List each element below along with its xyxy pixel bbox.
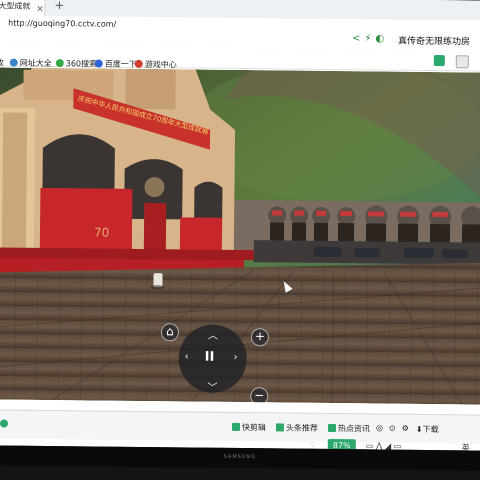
scissors-icon: [231, 422, 241, 432]
download-button[interactable]: ⬇下载: [416, 424, 439, 435]
home-button[interactable]: ⌂: [160, 323, 180, 342]
search-icon: [55, 59, 64, 68]
input-method-label[interactable]: 英: [462, 442, 470, 450]
globe-icon: [9, 58, 18, 67]
tab-title: 大型成就: [0, 1, 31, 11]
right-arrow-icon[interactable]: ›: [234, 352, 238, 363]
monitor-brand-logo: SAMSUNG: [223, 453, 257, 461]
panorama-viewport[interactable]: 庆祝中华人民共和国成立70周年大型成就展 70 ⌂ + − ︿ ﹀ ‹ › II: [0, 67, 480, 405]
status-left-icon[interactable]: [0, 419, 10, 428]
status-item[interactable]: 头条推荐: [275, 422, 318, 433]
news-icon: [275, 423, 285, 432]
close-tab-icon[interactable]: ✕: [36, 1, 44, 16]
navigation-dpad[interactable]: ︿ ﹀ ‹ › II: [178, 324, 248, 394]
zoom-in-button[interactable]: +: [250, 328, 270, 347]
paw-icon: [94, 59, 103, 68]
browser-tab[interactable]: 大型成就 ✕: [0, 0, 46, 16]
toolbar-icons[interactable]: <⚡◐: [352, 33, 388, 44]
zoom-out-button[interactable]: −: [250, 387, 269, 405]
fire-icon: [327, 423, 337, 433]
emblem-text: 70: [94, 225, 109, 239]
grid-icon[interactable]: [455, 55, 469, 69]
down-arrow-icon[interactable]: ﹀: [207, 379, 217, 394]
new-tab-icon[interactable]: +: [54, 0, 64, 12]
screen: 大型成就 ✕ + http://guoqing70.cctv.com/ <⚡◐ …: [0, 0, 480, 451]
monitor: 大型成就 ✕ + http://guoqing70.cctv.com/ <⚡◐ …: [0, 0, 480, 471]
status-item[interactable]: 快剪辑: [231, 422, 266, 433]
pause-button[interactable]: II: [205, 350, 215, 365]
game-icon: [134, 59, 143, 68]
shield-icon: [0, 419, 9, 428]
up-arrow-icon[interactable]: ︿: [208, 327, 218, 342]
site-title: 真传奇无限练功房: [397, 36, 471, 48]
status-tool-icons[interactable]: ◎⊙⚙: [376, 423, 415, 432]
url-field[interactable]: http://guoqing70.cctv.com/: [8, 19, 116, 29]
extension-icon[interactable]: [433, 55, 445, 67]
status-item[interactable]: 热点资讯: [327, 423, 370, 434]
left-arrow-icon[interactable]: ‹: [185, 351, 189, 362]
